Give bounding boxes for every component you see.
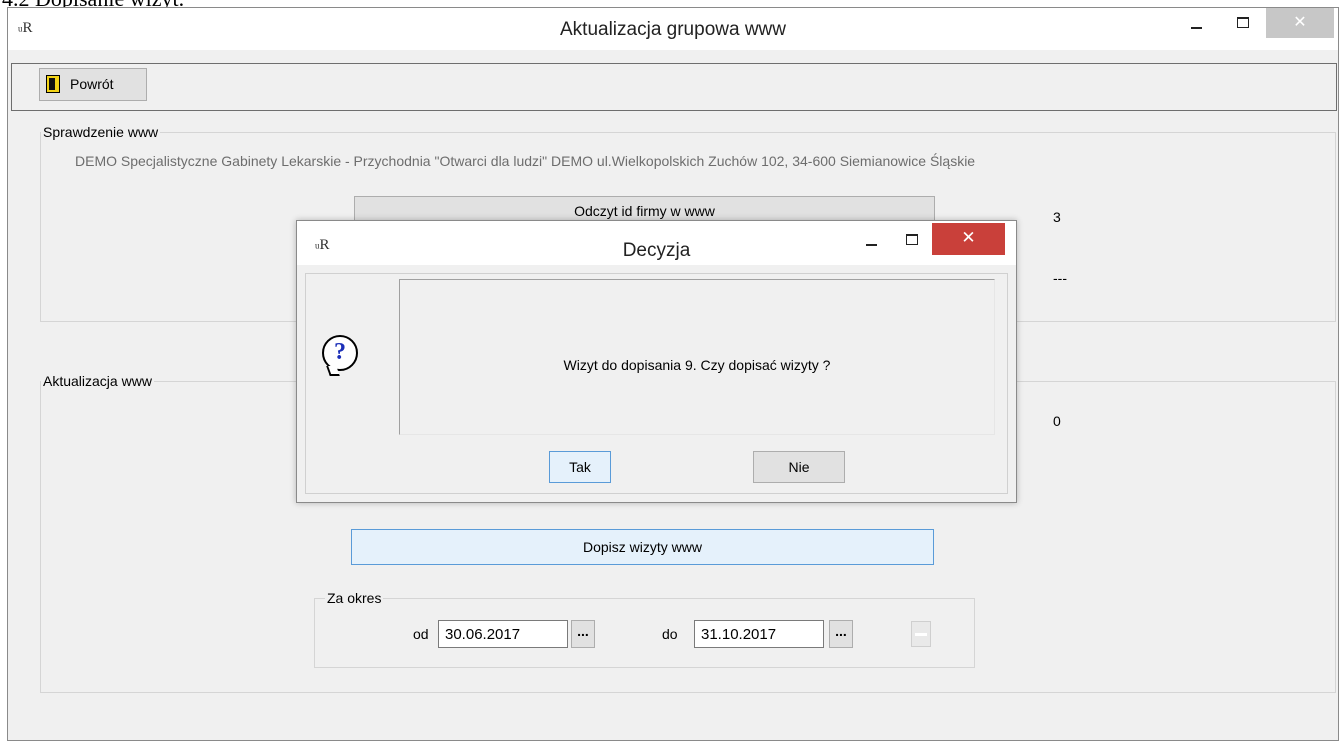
no-button[interactable]: Nie [753, 451, 845, 483]
dialog-message: Wizyt do dopisania 9. Czy dopisać wizyty… [563, 357, 831, 373]
update-group-legend: Aktualizacja www [41, 373, 154, 389]
window-title: Aktualizacja grupowa www [560, 19, 786, 40]
back-button[interactable]: Powrót [39, 68, 147, 101]
question-icon: ? [322, 335, 358, 371]
back-button-label: Powrót [70, 76, 114, 92]
disabled-action-button[interactable] [911, 621, 931, 647]
main-titlebar[interactable]: uR Aktualizacja grupowa www ✕ [8, 8, 1338, 50]
close-button[interactable]: ✕ [1266, 8, 1334, 38]
to-label: do [662, 626, 678, 642]
to-date-input[interactable] [694, 620, 824, 648]
to-date-picker-button[interactable]: ... [829, 620, 853, 648]
status-value: --- [1053, 270, 1067, 286]
company-id-value: 3 [1053, 209, 1061, 225]
exit-door-icon [46, 75, 60, 93]
add-visits-button[interactable]: Dopisz wizyty www [351, 529, 934, 565]
period-legend: Za okres [325, 590, 384, 606]
yes-button[interactable]: Tak [549, 451, 611, 483]
dialog-close-button[interactable]: ✕ [932, 223, 1005, 255]
check-group-legend: Sprawdzenie www [41, 124, 161, 140]
decision-dialog: uR Decyzja ✕ ? Wizyt do dopisania 9. Czy… [296, 220, 1017, 503]
company-info: DEMO Specjalistyczne Gabinety Lekarskie … [75, 153, 976, 169]
toolbar: Powrót [11, 63, 1337, 111]
from-label: od [413, 626, 429, 642]
message-box: Wizyt do dopisania 9. Czy dopisać wizyty… [399, 279, 995, 435]
from-date-input[interactable] [438, 620, 568, 648]
dialog-maximize-button[interactable] [889, 225, 935, 255]
minimize-button[interactable] [1174, 8, 1220, 38]
maximize-button[interactable] [1220, 8, 1266, 38]
visits-count-value: 0 [1053, 413, 1061, 429]
dialog-titlebar[interactable]: uR Decyzja ✕ [297, 221, 1016, 265]
from-date-picker-button[interactable]: ... [571, 620, 595, 648]
